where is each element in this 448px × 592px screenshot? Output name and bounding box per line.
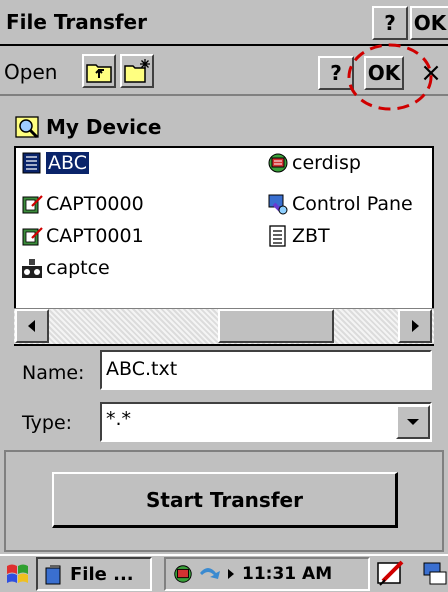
annotation-circle xyxy=(347,43,433,111)
list-item-label: Control Pane xyxy=(292,192,413,215)
list-item-zbt[interactable]: ZBT xyxy=(266,221,330,250)
chevron-down-icon xyxy=(407,419,419,425)
control-panel-icon xyxy=(268,194,288,214)
arrow-right-icon xyxy=(412,320,419,332)
clock[interactable]: 11:31 AM xyxy=(242,564,332,584)
capture-file-icon xyxy=(22,226,43,245)
list-item-cerdisp[interactable]: cerdisp xyxy=(266,148,361,177)
taskbar-file-transfer-button[interactable]: File ... xyxy=(36,557,152,591)
folder-icon xyxy=(22,152,41,173)
start-icon[interactable] xyxy=(4,560,32,588)
name-label: Name: xyxy=(22,362,85,384)
scroll-right-button[interactable] xyxy=(398,309,432,343)
document-icon xyxy=(269,224,286,247)
name-input[interactable]: ABC.txt xyxy=(100,350,432,390)
location-label: My Device xyxy=(46,115,162,139)
connection-icon[interactable] xyxy=(198,563,224,585)
list-item-label: captce xyxy=(46,256,110,279)
desktop-icon[interactable] xyxy=(420,560,448,588)
new-folder-icon xyxy=(124,59,150,83)
title-help-button[interactable]: ? xyxy=(372,6,408,40)
open-label: Open xyxy=(4,60,58,84)
start-transfer-button[interactable]: Start Transfer xyxy=(52,472,398,528)
type-label: Type: xyxy=(22,412,73,434)
window-title: File Transfer xyxy=(6,10,147,34)
scrollbar-thumb[interactable] xyxy=(218,309,334,343)
list-item-label: CAPT0001 xyxy=(46,224,144,247)
up-folder-button[interactable] xyxy=(82,54,116,88)
network-icon[interactable] xyxy=(172,563,194,585)
system-tray: 11:31 AM xyxy=(164,557,370,591)
new-folder-button[interactable] xyxy=(120,54,154,88)
type-select[interactable]: *.* xyxy=(100,402,432,442)
list-item-label: cerdisp xyxy=(292,151,361,174)
scroll-left-button[interactable] xyxy=(15,309,49,343)
title-ok-button[interactable]: OK xyxy=(410,6,448,40)
type-dropdown-button[interactable] xyxy=(396,405,430,439)
file-transfer-icon xyxy=(45,565,61,585)
play-arrow-icon xyxy=(228,569,234,579)
list-item-control-panel[interactable]: Control Pane xyxy=(266,189,413,218)
list-item-label: ZBT xyxy=(292,224,330,247)
my-device-icon xyxy=(15,116,39,139)
list-item-abc[interactable]: ABC xyxy=(20,148,89,177)
network-icon xyxy=(268,153,288,172)
executable-icon xyxy=(22,258,42,278)
up-folder-icon xyxy=(86,64,112,83)
list-item-label: CAPT0000 xyxy=(46,192,144,215)
input-panel-icon[interactable] xyxy=(376,559,406,589)
type-select-value: *.* xyxy=(106,408,132,430)
list-item-capt0000[interactable]: CAPT0000 xyxy=(20,189,144,218)
taskbar-task-label: File ... xyxy=(70,563,134,585)
list-item-capt0001[interactable]: CAPT0001 xyxy=(20,221,144,250)
list-item-label: ABC xyxy=(46,151,89,174)
capture-file-icon xyxy=(22,194,43,213)
arrow-left-icon xyxy=(28,320,35,332)
list-item-captce[interactable]: captce xyxy=(20,253,110,282)
